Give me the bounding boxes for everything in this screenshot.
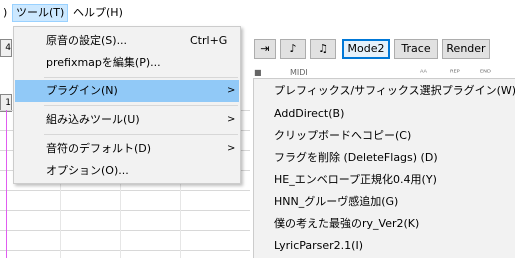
menu-item-label: prefixmapを編集(P)... bbox=[46, 56, 161, 69]
note-play-button[interactable]: ♪ bbox=[280, 39, 306, 59]
menu-separator bbox=[44, 134, 238, 135]
menu-separator bbox=[44, 105, 238, 106]
skip-end-button[interactable]: ⇥ bbox=[254, 39, 276, 59]
plugin-item-label: プレフィックス/サフィックス選択プラグイン(W) bbox=[274, 84, 515, 97]
plugin-item-label: 僕の考えた最強のry_Ver2(K) bbox=[274, 217, 420, 230]
tools-menu: 原音の設定(S)... Ctrl+G prefixmapを編集(P)... プラ… bbox=[13, 26, 241, 184]
plugin-item-delete-flags[interactable]: フラグを削除 (DeleteFlags) (D) bbox=[254, 147, 515, 169]
menu-help[interactable]: ヘルプ(H) bbox=[70, 5, 126, 21]
menu-item-note-defaults[interactable]: 音符のデフォルト(D) > bbox=[15, 138, 239, 160]
menu-bar: ) ツール(T) ヘルプ(H) bbox=[0, 0, 515, 26]
menu-item-label: 組み込みツール(U) bbox=[46, 113, 140, 126]
plugin-item-adddirect[interactable]: AddDirect(B) bbox=[254, 103, 515, 125]
toolbar: ⇥ ♪ ♫ Mode2 Trace Render bbox=[250, 36, 515, 62]
submenu-arrow-icon: > bbox=[227, 143, 236, 154]
plugins-submenu: プレフィックス/サフィックス選択プラグイン(W) AddDirect(B) クリ… bbox=[253, 78, 515, 258]
menu-item-builtin-tools[interactable]: 組み込みツール(U) > bbox=[15, 109, 239, 131]
menu-item-shortcut: Ctrl+G bbox=[190, 34, 228, 47]
menu-edit-partial[interactable]: ) bbox=[0, 5, 10, 21]
plugin-item-strongest[interactable]: 僕の考えた最強のry_Ver2(K) bbox=[254, 213, 515, 235]
note-next-button[interactable]: ♫ bbox=[310, 39, 336, 59]
menu-item-label: プラグイン(N) bbox=[46, 84, 118, 97]
menu-tools[interactable]: ツール(T) bbox=[12, 4, 69, 22]
mode2-button[interactable]: Mode2 bbox=[342, 39, 390, 59]
menu-item-label: 原音の設定(S)... bbox=[46, 34, 128, 47]
render-button[interactable]: Render bbox=[442, 39, 490, 59]
plugin-item-label: HE_エンベロープ正規化0.4用(Y) bbox=[274, 173, 437, 186]
playhead-line bbox=[6, 110, 7, 258]
menu-separator bbox=[44, 77, 238, 78]
plugin-item-label: クリップボードへコピー(C) bbox=[274, 129, 412, 142]
plugin-item-label: フラグを削除 (DeleteFlags) (D) bbox=[274, 151, 438, 164]
menu-item-label: 音符のデフォルト(D) bbox=[46, 142, 152, 155]
plugin-item-label: HNN_グルーヴ感追加(G) bbox=[274, 195, 399, 208]
menu-item-label: オプション(O)... bbox=[46, 164, 129, 177]
submenu-arrow-icon: > bbox=[227, 114, 236, 125]
plugin-item-prefix-suffix[interactable]: プレフィックス/サフィックス選択プラグイン(W) bbox=[254, 80, 515, 102]
menu-item-options[interactable]: オプション(O)... bbox=[15, 160, 239, 182]
menu-item-edit-prefixmap[interactable]: prefixmapを編集(P)... bbox=[15, 52, 239, 74]
plugin-item-groove[interactable]: HNN_グルーヴ感追加(G) bbox=[254, 191, 515, 213]
menu-item-voice-settings[interactable]: 原音の設定(S)... Ctrl+G bbox=[15, 30, 239, 52]
plugin-item-envelope-normalize[interactable]: HE_エンベロープ正規化0.4用(Y) bbox=[254, 169, 515, 191]
side-cell-top: 4 bbox=[0, 39, 12, 57]
plugin-item-lyricparser[interactable]: LyricParser2.1(I) bbox=[254, 235, 515, 257]
menu-item-plugins[interactable]: プラグイン(N) > bbox=[15, 80, 239, 102]
plugin-item-label: LyricParser2.1(I) bbox=[274, 239, 363, 252]
trace-button[interactable]: Trace bbox=[394, 39, 438, 59]
plugin-item-copy-clipboard[interactable]: クリップボードへコピー(C) bbox=[254, 125, 515, 147]
submenu-arrow-icon: > bbox=[227, 85, 236, 96]
plugin-item-label: AddDirect(B) bbox=[274, 107, 345, 120]
